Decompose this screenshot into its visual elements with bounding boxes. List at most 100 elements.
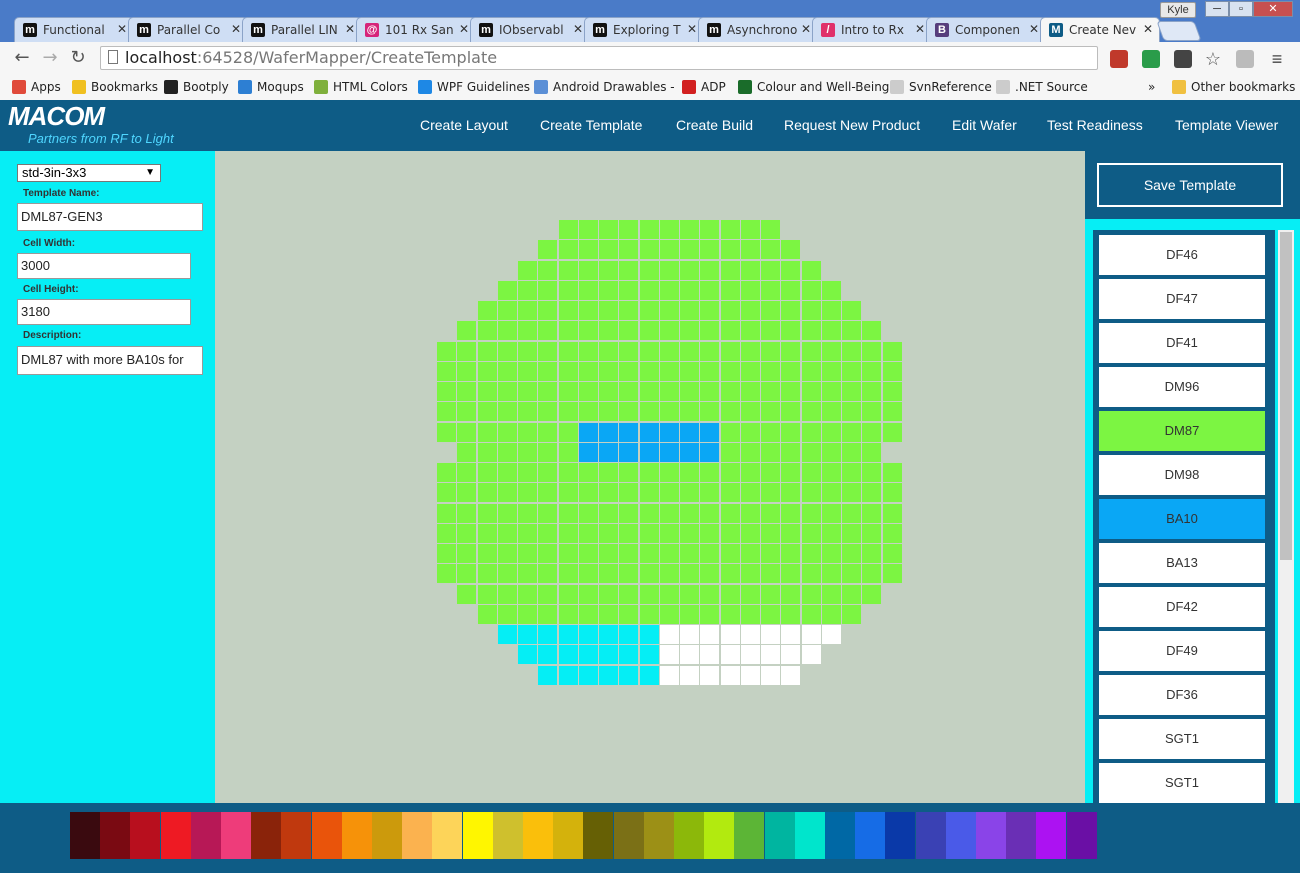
wafer-cell[interactable] — [619, 422, 639, 442]
product-item[interactable]: DF49 — [1099, 631, 1265, 671]
wafer-cell[interactable] — [680, 483, 699, 503]
macom-logo[interactable]: MACOM — [8, 101, 105, 132]
wafer-cell[interactable] — [700, 564, 720, 584]
wafer-cell[interactable] — [659, 665, 679, 685]
wafer-cell[interactable] — [821, 625, 841, 644]
wafer-cell[interactable] — [558, 361, 578, 381]
wafer-cell[interactable] — [700, 260, 720, 280]
wafer-cell[interactable] — [578, 625, 598, 644]
wafer-cell[interactable] — [761, 645, 780, 665]
wafer-map[interactable] — [215, 151, 1085, 803]
wafer-cell[interactable] — [821, 463, 841, 482]
bookmark-item[interactable]: Colour and Well-Being — [738, 79, 889, 95]
wafer-cell[interactable] — [437, 402, 456, 422]
wafer-cell[interactable] — [599, 584, 618, 604]
wafer-cell[interactable] — [599, 361, 618, 381]
product-item[interactable]: DM98 — [1099, 455, 1265, 495]
wafer-cell[interactable] — [720, 220, 740, 239]
menu-icon[interactable]: ≡ — [1268, 50, 1286, 68]
color-swatch[interactable] — [945, 812, 976, 859]
drive-sync-icon[interactable] — [1236, 50, 1254, 68]
wafer-cell[interactable] — [639, 604, 659, 624]
color-swatch[interactable] — [1006, 812, 1037, 859]
wafer-cell[interactable] — [882, 503, 902, 523]
wafer-cell[interactable] — [538, 584, 558, 604]
wafer-cell[interactable] — [477, 402, 497, 422]
bookmark-extension-icon[interactable] — [1110, 50, 1128, 68]
wafer-cell[interactable] — [578, 442, 598, 462]
wafer-cell[interactable] — [680, 280, 699, 300]
forward-arrow-icon[interactable]: → — [40, 48, 60, 68]
wafer-cell[interactable] — [599, 604, 618, 624]
wafer-cell[interactable] — [619, 301, 639, 320]
wafer-cell[interactable] — [619, 503, 639, 523]
nav-link[interactable]: Edit Wafer — [952, 117, 1017, 133]
wafer-cell[interactable] — [862, 422, 882, 442]
wafer-cell[interactable] — [578, 544, 598, 563]
wafer-cell[interactable] — [538, 280, 558, 300]
wafer-cell[interactable] — [882, 402, 902, 422]
wafer-cell[interactable] — [477, 463, 497, 482]
color-swatch[interactable] — [674, 812, 704, 859]
wafer-cell[interactable] — [457, 402, 477, 422]
wafer-cell[interactable] — [619, 463, 639, 482]
wafer-cell[interactable] — [558, 604, 578, 624]
wafer-cell[interactable] — [862, 503, 882, 523]
wafer-cell[interactable] — [619, 442, 639, 462]
browser-tab[interactable]: @101 Rx San ✕ — [356, 17, 476, 43]
wafer-cell[interactable] — [659, 361, 679, 381]
wafer-cell[interactable] — [781, 645, 801, 665]
wafer-cell[interactable] — [619, 402, 639, 422]
wafer-cell[interactable] — [720, 341, 740, 361]
wafer-cell[interactable] — [599, 280, 618, 300]
bookmark-item[interactable]: Bootply — [164, 79, 229, 95]
wafer-cell[interactable] — [497, 564, 517, 584]
wafer-cell[interactable] — [619, 625, 639, 644]
wafer-cell[interactable] — [619, 523, 639, 543]
reload-icon[interactable]: ↻ — [68, 48, 88, 68]
wafer-cell[interactable] — [761, 483, 780, 503]
wafer-cell[interactable] — [497, 382, 517, 401]
wafer-cell[interactable] — [477, 523, 497, 543]
wafer-cell[interactable] — [680, 544, 699, 563]
wafer-cell[interactable] — [781, 463, 801, 482]
wafer-cell[interactable] — [740, 301, 760, 320]
wafer-cell[interactable] — [558, 240, 578, 260]
wafer-cell[interactable] — [720, 361, 740, 381]
wafer-cell[interactable] — [842, 544, 861, 563]
color-swatch[interactable] — [613, 812, 644, 859]
wafer-cell[interactable] — [659, 483, 679, 503]
wafer-cell[interactable] — [842, 442, 861, 462]
wafer-cell[interactable] — [761, 625, 780, 644]
wafer-cell[interactable] — [518, 463, 537, 482]
tab-close-icon[interactable]: ✕ — [345, 22, 355, 36]
wafer-cell[interactable] — [497, 280, 517, 300]
wafer-cell[interactable] — [821, 341, 841, 361]
wafer-cell[interactable] — [761, 422, 780, 442]
wafer-cell[interactable] — [801, 604, 821, 624]
wafer-cell[interactable] — [882, 382, 902, 401]
back-arrow-icon[interactable]: ← — [12, 48, 32, 68]
wafer-cell[interactable] — [619, 665, 639, 685]
wafer-cell[interactable] — [720, 402, 740, 422]
wafer-cell[interactable] — [578, 382, 598, 401]
wafer-cell[interactable] — [538, 402, 558, 422]
wafer-cell[interactable] — [821, 301, 841, 320]
close-window-icon[interactable]: ✕ — [1253, 1, 1293, 17]
wafer-cell[interactable] — [740, 483, 760, 503]
wafer-cell[interactable] — [599, 645, 618, 665]
wafer-cell[interactable] — [639, 260, 659, 280]
wafer-cell[interactable] — [639, 483, 659, 503]
wafer-cell[interactable] — [700, 321, 720, 341]
wafer-cell[interactable] — [619, 341, 639, 361]
wafer-cell[interactable] — [619, 361, 639, 381]
wafer-cell[interactable] — [842, 604, 861, 624]
wafer-cell[interactable] — [801, 422, 821, 442]
wafer-cell[interactable] — [497, 422, 517, 442]
wafer-cell[interactable] — [700, 463, 720, 482]
wafer-cell[interactable] — [720, 544, 740, 563]
wafer-cell[interactable] — [740, 382, 760, 401]
wafer-cell[interactable] — [680, 341, 699, 361]
color-swatch[interactable] — [462, 812, 493, 859]
wafer-cell[interactable] — [740, 544, 760, 563]
